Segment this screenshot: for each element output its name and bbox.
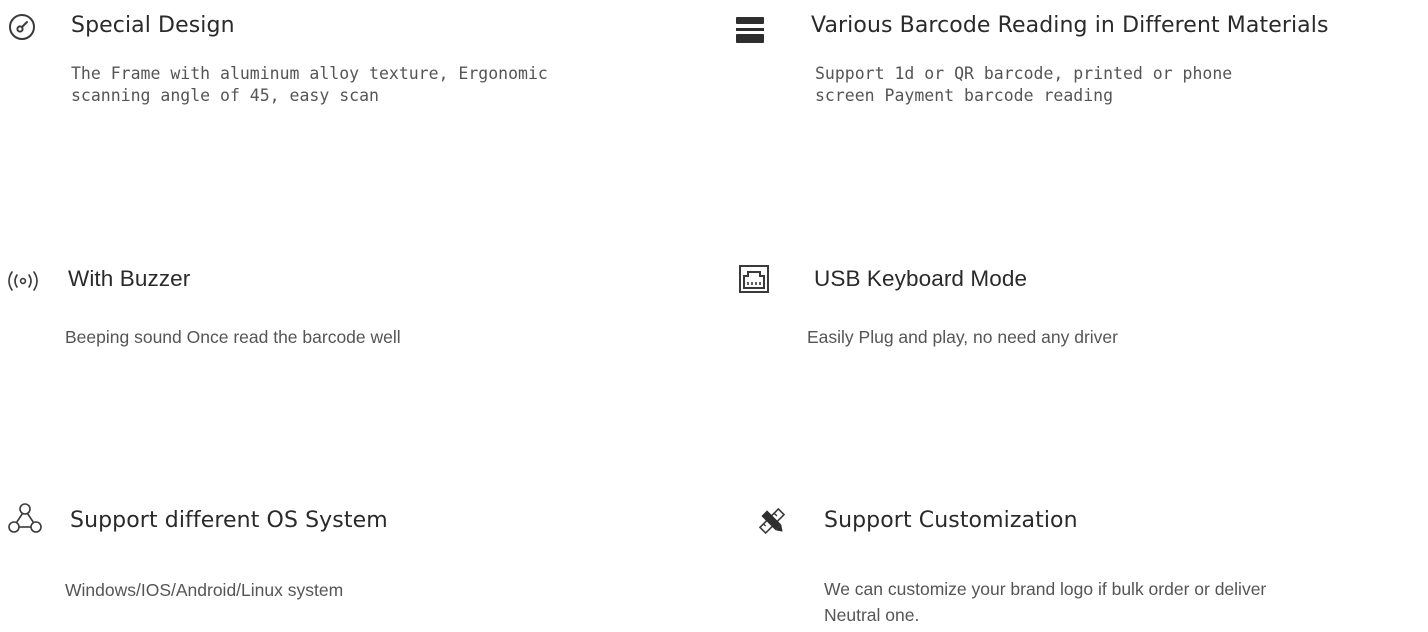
feature-barcode-reading: Various Barcode Reading in Different Mat… <box>700 0 1428 200</box>
feature-title: Various Barcode Reading in Different Mat… <box>811 13 1329 38</box>
feature-usb-keyboard: USB Keyboard Mode Easily Plug and play, … <box>700 250 1428 400</box>
feature-buzzer: With Buzzer Beeping sound Once read the … <box>0 250 700 400</box>
feature-title: With Buzzer <box>68 266 191 291</box>
feature-description: Beeping sound Once read the barcode well <box>65 327 401 347</box>
feature-special-design: Special Design The Frame with aluminum a… <box>0 0 700 200</box>
speedometer-icon <box>9 14 35 40</box>
feature-customization: Support Customization We can customize y… <box>700 490 1428 632</box>
feature-description: Easily Plug and play, no need any driver <box>807 327 1118 347</box>
feature-os-support: Support different OS System Windows/IOS/… <box>0 490 700 632</box>
buzzer-icon <box>8 271 38 291</box>
feature-title: Support Customization <box>824 508 1078 533</box>
usb-port-icon <box>739 265 769 293</box>
scanner-icon <box>736 17 764 43</box>
feature-title: Support different OS System <box>70 508 388 533</box>
pen-ruler-icon <box>758 507 786 535</box>
feature-description: Windows/IOS/Android/Linux system <box>65 580 344 600</box>
feature-description: We can customize your brand logo if bulk… <box>824 579 1267 625</box>
network-nodes-icon <box>8 503 42 533</box>
feature-title: Special Design <box>71 13 235 38</box>
feature-description: The Frame with aluminum alloy texture, E… <box>71 64 548 105</box>
feature-description: Support 1d or QR barcode, printed or pho… <box>815 64 1233 105</box>
feature-title: USB Keyboard Mode <box>814 266 1028 291</box>
